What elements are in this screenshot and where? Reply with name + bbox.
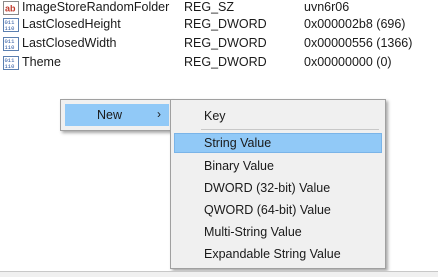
string-value-icon: ab <box>3 1 19 15</box>
registry-row[interactable]: 011 110 LastClosedWidth REG_DWORD 0x0000… <box>0 35 438 53</box>
value-type: REG_DWORD <box>184 17 267 31</box>
context-menu: New › <box>60 99 172 131</box>
submenu-item-label: Expandable String Value <box>204 247 341 261</box>
new-submenu: Key String Value Binary Value DWORD (32-… <box>170 99 386 269</box>
menu-item-new[interactable]: New › <box>65 104 169 126</box>
submenu-item-label: Key <box>204 109 226 123</box>
svg-text:110: 110 <box>5 25 15 32</box>
binary-value-icon: 011 110 <box>3 37 19 51</box>
value-data: 0x00000556 (1366) <box>304 36 413 50</box>
svg-text:ab: ab <box>5 4 16 14</box>
value-name: ImageStoreRandomFolder <box>22 0 170 14</box>
submenu-item-key[interactable]: Key <box>174 106 382 126</box>
submenu-item-qword-value[interactable]: QWORD (64-bit) Value <box>174 200 382 220</box>
registry-row[interactable]: 011 110 LastClosedHeight REG_DWORD 0x000… <box>0 16 438 34</box>
submenu-item-label: QWORD (64-bit) Value <box>204 203 331 217</box>
submenu-item-label: String Value <box>204 136 272 150</box>
value-name: LastClosedHeight <box>22 17 121 31</box>
binary-value-icon: 011 110 <box>3 18 19 32</box>
value-name: Theme <box>22 55 61 69</box>
window-bottom-edge <box>0 271 438 277</box>
value-data: 0x000002b8 (696) <box>304 17 406 31</box>
value-type: REG_DWORD <box>184 55 267 69</box>
menu-item-new-label: New <box>97 108 123 122</box>
svg-text:110: 110 <box>5 44 15 51</box>
value-data: 0x00000000 (0) <box>304 55 392 69</box>
value-name: LastClosedWidth <box>22 36 117 50</box>
submenu-item-label: DWORD (32-bit) Value <box>204 181 331 195</box>
submenu-arrow-icon: › <box>157 107 161 121</box>
submenu-item-string-value[interactable]: String Value <box>174 133 382 153</box>
submenu-item-dword-value[interactable]: DWORD (32-bit) Value <box>174 178 382 198</box>
submenu-item-expandable-string-value[interactable]: Expandable String Value <box>174 244 382 264</box>
value-type: REG_SZ <box>184 0 235 14</box>
menu-separator <box>201 129 379 130</box>
submenu-item-multi-string-value[interactable]: Multi-String Value <box>174 222 382 242</box>
value-data: uvn6r06 <box>304 0 350 14</box>
value-type: REG_DWORD <box>184 36 267 50</box>
submenu-item-label: Binary Value <box>204 159 274 173</box>
svg-text:110: 110 <box>5 63 15 70</box>
submenu-item-binary-value[interactable]: Binary Value <box>174 156 382 176</box>
binary-value-icon: 011 110 <box>3 56 19 70</box>
registry-row[interactable]: 011 110 Theme REG_DWORD 0x00000000 (0) <box>0 54 438 72</box>
submenu-item-label: Multi-String Value <box>204 225 302 239</box>
registry-row[interactable]: ab ImageStoreRandomFolder REG_SZ uvn6r06 <box>0 0 438 17</box>
